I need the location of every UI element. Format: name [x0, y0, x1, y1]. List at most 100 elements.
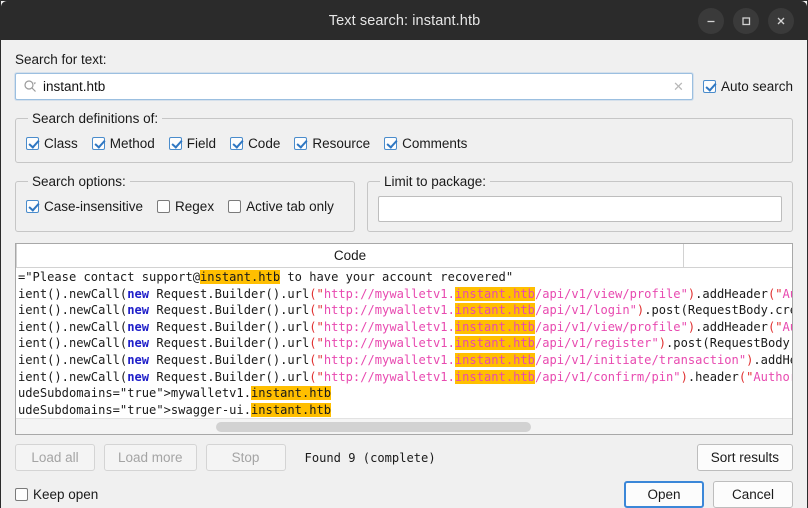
dialog-footer: Keep open Open Cancel — [15, 481, 793, 508]
close-button[interactable] — [768, 8, 794, 34]
results-toolbar: Load all Load more Stop Found 9 (complet… — [15, 444, 793, 471]
options-and-limit: Search options: Case-insensitive Regex A… — [15, 174, 793, 232]
code-segment: to have your account recovered" — [280, 270, 513, 284]
clear-icon[interactable]: ✕ — [671, 80, 686, 93]
code-segment: ient().newCall( — [18, 320, 127, 334]
scrollbar-thumb[interactable] — [216, 422, 531, 432]
code-segment: /api/v1/confirm/pin" — [535, 370, 681, 384]
match-highlight: instant.htb — [455, 353, 535, 367]
code-segment: (" — [309, 336, 324, 350]
title-bar: Text search: instant.htb — [1, 1, 807, 40]
code-segment: ient().newCall( — [18, 287, 127, 301]
checkbox-box — [15, 488, 28, 501]
code-segment: (" — [309, 303, 324, 317]
code-segment: http://mywalletv1. — [324, 353, 455, 367]
sort-results-button[interactable]: Sort results — [697, 444, 793, 471]
minimize-button[interactable] — [698, 8, 724, 34]
code-segment: (" — [768, 287, 783, 301]
table-row[interactable]: ient().newCall(new Request.Builder().url… — [16, 286, 792, 303]
checkbox-box — [169, 137, 182, 150]
checkbox-class[interactable]: Class — [26, 136, 78, 151]
code-segment: ient().newCall( — [18, 370, 127, 384]
table-row[interactable]: ient().newCall(new Request.Builder().url… — [16, 369, 792, 386]
code-segment: new — [127, 370, 149, 384]
checkbox-box — [92, 137, 105, 150]
code-segment: Request.Builder().url — [149, 336, 309, 350]
code-segment: .addHeader — [695, 287, 768, 301]
checkbox-label: Class — [44, 136, 78, 151]
code-segment: (" — [309, 353, 324, 367]
checkbox-box — [228, 200, 241, 213]
checkbox-box — [294, 137, 307, 150]
dialog-body: Search for text: instant.htb ✕ Auto sear… — [1, 40, 807, 508]
code-segment: /api/v1/view/profile" — [535, 287, 688, 301]
checkbox-code[interactable]: Code — [230, 136, 280, 151]
keep-open-checkbox[interactable]: Keep open — [15, 487, 98, 502]
match-highlight: instant.htb — [455, 336, 535, 350]
maximize-button[interactable] — [733, 8, 759, 34]
code-segment: Autho — [783, 320, 792, 334]
code-segment: (" — [739, 370, 754, 384]
checkbox-label: Resource — [312, 136, 370, 151]
code-segment: Request.Builder().url — [149, 353, 309, 367]
checkbox-box — [26, 137, 39, 150]
auto-search-checkbox[interactable]: Auto search — [703, 79, 793, 94]
results-rows[interactable]: ="Please contact support@instant.htb to … — [16, 268, 792, 418]
checkbox-active-tab-only[interactable]: Active tab only — [228, 199, 334, 214]
code-segment: ient().newCall( — [18, 353, 127, 367]
table-row[interactable]: ient().newCall(new Request.Builder().url… — [16, 352, 792, 369]
code-segment: new — [127, 303, 149, 317]
code-segment: new — [127, 336, 149, 350]
code-segment: Autho — [783, 287, 792, 301]
table-row[interactable]: ient().newCall(new Request.Builder().url… — [16, 302, 792, 319]
code-segment: new — [127, 287, 149, 301]
load-all-button[interactable]: Load all — [15, 444, 95, 471]
results-table-header: Code — [16, 244, 792, 268]
table-row[interactable]: ="Please contact support@instant.htb to … — [16, 269, 792, 286]
match-highlight: instant.htb — [455, 320, 535, 334]
checkbox-comments[interactable]: Comments — [384, 136, 467, 151]
checkbox-regex[interactable]: Regex — [157, 199, 214, 214]
match-highlight: instant.htb — [200, 270, 280, 284]
code-segment: ient().newCall( — [18, 303, 127, 317]
checkbox-method[interactable]: Method — [92, 136, 155, 151]
search-row: instant.htb ✕ Auto search — [15, 73, 793, 100]
checkbox-box — [230, 137, 243, 150]
horizontal-scrollbar[interactable] — [16, 418, 792, 434]
code-segment: new — [127, 353, 149, 367]
code-segment: (" — [768, 320, 783, 334]
checkbox-box — [384, 137, 397, 150]
code-segment: /api/v1/initiate/transaction" — [535, 353, 746, 367]
code-segment: Request.Builder().url — [149, 320, 309, 334]
checkbox-box — [26, 200, 39, 213]
checkbox-box — [703, 80, 716, 93]
limit-to-package-input[interactable] — [378, 196, 782, 222]
table-row[interactable]: udeSubdomains="true">mywalletv1.instant.… — [16, 385, 792, 402]
stop-button[interactable]: Stop — [206, 444, 286, 471]
match-highlight: instant.htb — [455, 287, 535, 301]
code-segment: http://mywalletv1. — [324, 303, 455, 317]
open-button[interactable]: Open — [624, 481, 704, 508]
code-segment: http://mywalletv1. — [324, 336, 455, 350]
code-segment: ) — [681, 370, 688, 384]
checkbox-field[interactable]: Field — [169, 136, 216, 151]
checkbox-label: Regex — [175, 199, 214, 214]
match-highlight: instant.htb — [251, 386, 331, 400]
checkbox-case-insensitive[interactable]: Case-insensitive — [26, 199, 143, 214]
table-row[interactable]: udeSubdomains="true">swagger-ui.instant.… — [16, 402, 792, 419]
column-header-code[interactable]: Code — [16, 244, 792, 267]
window-title: Text search: instant.htb — [1, 13, 698, 29]
search-definitions-group: Search definitions of: Class Method Fiel… — [15, 111, 793, 163]
checkbox-label: Field — [187, 136, 216, 151]
table-row[interactable]: ient().newCall(new Request.Builder().url… — [16, 319, 792, 336]
search-icon — [23, 79, 38, 94]
options-checkbox-row: Case-insensitive Regex Active tab only — [26, 196, 344, 216]
checkbox-resource[interactable]: Resource — [294, 136, 370, 151]
table-row[interactable]: ient().newCall(new Request.Builder().url… — [16, 335, 792, 352]
code-segment: udeSubdomains="true">swagger-ui. — [18, 403, 251, 417]
search-input[interactable]: instant.htb ✕ — [15, 73, 693, 100]
cancel-button[interactable]: Cancel — [713, 481, 793, 508]
load-more-button[interactable]: Load more — [104, 444, 197, 471]
results-panel: Code ="Please contact support@instant.ht… — [15, 243, 793, 435]
limit-to-package-legend: Limit to package: — [380, 174, 490, 189]
